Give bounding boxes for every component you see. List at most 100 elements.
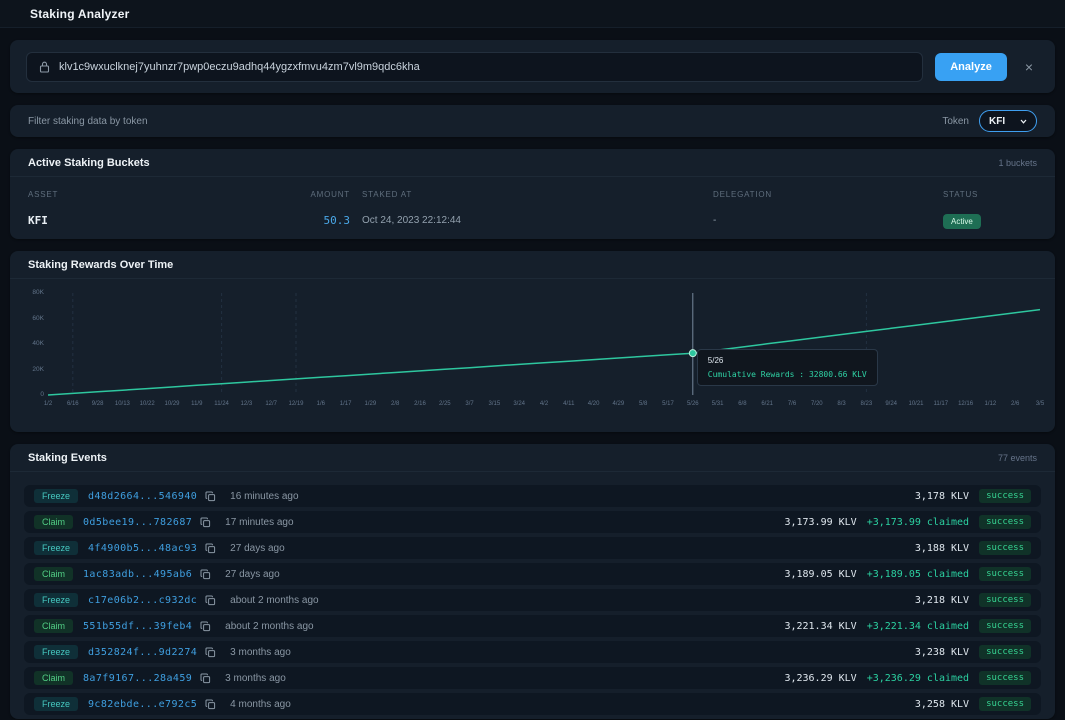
- event-time: 27 days ago: [230, 543, 285, 554]
- col-asset: Asset: [28, 190, 280, 199]
- bucket-status: Active: [943, 211, 1037, 229]
- chart-y-axis: 020K40K60K80K: [18, 287, 44, 399]
- event-row: Freeze 4f4900b5...48ac93 27 days ago 3,1…: [24, 537, 1041, 559]
- bucket-staked-at: Oct 24, 2023 22:12:44: [350, 215, 713, 226]
- buckets-count: 1 buckets: [998, 158, 1037, 168]
- x-tick-label: 10/22: [140, 401, 155, 407]
- x-tick-label: 3/24: [513, 401, 525, 407]
- copy-icon[interactable]: [200, 517, 211, 528]
- tx-hash-link[interactable]: 551b55df...39feb4: [83, 621, 192, 632]
- copy-icon[interactable]: [205, 595, 216, 606]
- x-tick-label: 12/7: [265, 401, 277, 407]
- event-row: Claim 1ac83adb...495ab6 27 days ago 3,18…: [24, 563, 1041, 585]
- x-tick-label: 10/29: [164, 401, 179, 407]
- x-tick-label: 3/7: [465, 401, 473, 407]
- x-tick-label: 4/11: [563, 401, 574, 407]
- event-status-badge: success: [979, 489, 1031, 503]
- bucket-amount: 50.3: [280, 214, 350, 227]
- copy-icon[interactable]: [205, 491, 216, 502]
- x-tick-label: 12/19: [288, 401, 303, 407]
- x-tick-label: 8/3: [837, 401, 845, 407]
- x-tick-label: 1/17: [340, 401, 352, 407]
- staking-events-card: Staking Events 77 events Freeze d48d2664…: [10, 444, 1055, 719]
- event-claimed-amount: +3,189.05 claimed: [867, 569, 969, 580]
- event-type-badge: Freeze: [34, 489, 78, 503]
- token-select-value: KFI: [989, 116, 1005, 127]
- copy-icon[interactable]: [205, 699, 216, 710]
- rewards-line-chart[interactable]: 020K40K60K80K 1/26/169/2810/1310/2210/29…: [18, 287, 1041, 429]
- col-staked-at: Staked At: [350, 190, 713, 199]
- chart-title: Staking Rewards Over Time: [28, 259, 173, 271]
- tx-hash-link[interactable]: 9c82ebde...e792c5: [88, 699, 197, 710]
- address-input-wrap: [26, 52, 923, 82]
- tx-hash-link[interactable]: 8a7f9167...28a459: [83, 673, 192, 684]
- event-claimed-amount: +3,236.29 claimed: [867, 673, 969, 684]
- copy-icon[interactable]: [200, 569, 211, 580]
- event-status-badge: success: [979, 567, 1031, 581]
- x-tick-label: 6/16: [67, 401, 79, 407]
- y-tick-label: 40K: [32, 340, 44, 347]
- tx-hash-link[interactable]: 4f4900b5...48ac93: [88, 543, 197, 554]
- address-input[interactable]: [59, 61, 910, 73]
- copy-icon[interactable]: [205, 543, 216, 554]
- event-amount: 3,238 KLV: [915, 647, 969, 658]
- x-tick-label: 5/17: [662, 401, 674, 407]
- x-tick-label: 5/8: [639, 401, 647, 407]
- copy-icon[interactable]: [200, 621, 211, 632]
- tx-hash-link[interactable]: 1ac83adb...495ab6: [83, 569, 192, 580]
- col-amount: Amount: [280, 190, 350, 199]
- status-badge: Active: [943, 214, 981, 229]
- x-tick-label: 12/16: [958, 401, 973, 407]
- y-tick-label: 0: [40, 391, 44, 398]
- event-time: 3 months ago: [225, 673, 286, 684]
- event-row: Claim 8a7f9167...28a459 3 months ago 3,2…: [24, 667, 1041, 689]
- lock-icon: [39, 61, 50, 73]
- event-amount: 3,221.34 KLV: [784, 621, 856, 632]
- x-tick-label: 10/13: [115, 401, 130, 407]
- copy-icon[interactable]: [205, 647, 216, 658]
- tx-hash-link[interactable]: c17e06b2...c932dc: [88, 595, 197, 606]
- event-time: about 2 months ago: [225, 621, 313, 632]
- events-title: Staking Events: [28, 452, 107, 464]
- tx-hash-link[interactable]: 0d5bee19...782687: [83, 517, 192, 528]
- x-tick-label: 8/23: [861, 401, 873, 407]
- analyze-button[interactable]: Analyze: [935, 53, 1007, 81]
- copy-icon[interactable]: [200, 673, 211, 684]
- chart-plot-area[interactable]: 1/26/169/2810/1310/2210/2911/911/2412/31…: [48, 287, 1040, 417]
- event-claimed-amount: +3,221.34 claimed: [867, 621, 969, 632]
- rewards-chart-card: Staking Rewards Over Time 020K40K60K80K …: [10, 251, 1055, 432]
- tx-hash-link[interactable]: d48d2664...546940: [88, 491, 197, 502]
- event-amount: 3,173.99 KLV: [784, 517, 856, 528]
- tx-hash-link[interactable]: d352824f...9d2274: [88, 647, 197, 658]
- x-tick-label: 10/21: [908, 401, 923, 407]
- x-tick-label: 6/21: [761, 401, 773, 407]
- chart-x-axis: 1/26/169/2810/1310/2210/2911/911/2412/31…: [48, 401, 1040, 411]
- event-time: 17 minutes ago: [225, 517, 293, 528]
- event-claimed-amount: +3,173.99 claimed: [867, 517, 969, 528]
- token-label: Token: [942, 116, 969, 127]
- y-tick-label: 60K: [32, 315, 44, 322]
- token-select[interactable]: KFI: [979, 110, 1037, 132]
- event-row: Freeze d48d2664...546940 16 minutes ago …: [24, 485, 1041, 507]
- chevron-down-icon: [1020, 119, 1027, 124]
- x-tick-label: 5/31: [712, 401, 724, 407]
- x-tick-label: 12/3: [241, 401, 253, 407]
- x-tick-label: 3/5: [1036, 401, 1044, 407]
- x-tick-label: 4/29: [613, 401, 625, 407]
- page-body: Analyze × Filter staking data by token T…: [0, 28, 1065, 719]
- x-tick-label: 1/12: [985, 401, 997, 407]
- event-time: 16 minutes ago: [230, 491, 298, 502]
- close-icon[interactable]: ×: [1019, 59, 1039, 75]
- x-tick-label: 9/28: [92, 401, 104, 407]
- x-tick-label: 9/24: [885, 401, 897, 407]
- event-type-badge: Freeze: [34, 593, 78, 607]
- x-tick-label: 1/2: [44, 401, 52, 407]
- x-tick-label: 3/15: [489, 401, 501, 407]
- event-type-badge: Freeze: [34, 645, 78, 659]
- bucket-row: KFI 50.3 Oct 24, 2023 22:12:44 - Active: [28, 211, 1037, 229]
- event-time: 4 months ago: [230, 699, 291, 710]
- x-tick-label: 4/2: [540, 401, 548, 407]
- event-row: Claim 0d5bee19...782687 17 minutes ago 3…: [24, 511, 1041, 533]
- event-amount: 3,258 KLV: [915, 699, 969, 710]
- event-amount: 3,188 KLV: [915, 543, 969, 554]
